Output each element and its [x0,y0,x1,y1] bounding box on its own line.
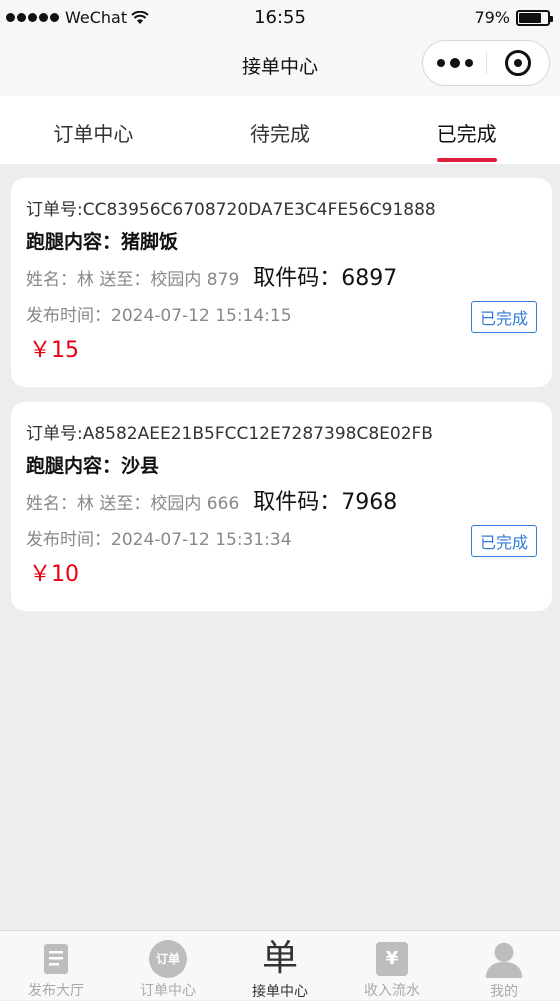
active-tab-indicator [436,158,497,162]
order-card[interactable]: 订单号:CC83956C6708720DA7E3C4FE56C91888 跑腿内… [11,178,552,387]
tabbar-label: 收入流水 [364,983,420,999]
tabbar-label: 我的 [490,984,518,1000]
tabbar-item-order-center[interactable]: 订单 订单中心 [112,931,224,1000]
tab-label: 订单中心 [53,122,134,146]
tabbar-item-take-orders[interactable]: 单 接单中心 [224,931,336,1001]
recipient-info: 姓名：林 送至：校园内 879 [26,270,240,290]
order-number: 订单号:A8582AEE21B5FCC12E7287398C8E02FB [26,424,433,444]
battery-fill [519,12,542,23]
publish-time: 发布时间：2024-07-12 15:14:15 [26,306,292,326]
order-card[interactable]: 订单号:A8582AEE21B5FCC12E7287398C8E02FB 跑腿内… [11,402,552,611]
tabbar-label: 订单中心 [140,983,196,999]
order-tabs: 订单中心 待完成 已完成 [0,96,560,164]
order-info: 姓名：林 送至：校园内 879 取件码：6897 [26,260,397,292]
tabbar-item-income[interactable]: ¥ 收入流水 [336,931,448,1000]
errand-content: 跑腿内容：沙县 [26,455,160,477]
tabbar-item-publish-hall[interactable]: 发布大厅 [0,931,112,1000]
pickup-code: 取件码：7968 [253,490,398,515]
battery-icon [516,9,553,26]
close-miniprogram-button[interactable] [487,41,549,85]
order-number: 订单号:CC83956C6708720DA7E3C4FE56C91888 [26,200,436,220]
battery-percent: 79% [474,8,510,27]
tab-label: 待完成 [250,122,310,146]
tab-completed[interactable]: 已完成 [373,96,560,164]
miniprogram-capsule [422,40,550,86]
pickup-code: 取件码：6897 [253,266,398,291]
status-bar: WeChat 16:55 79% [0,0,560,34]
more-button[interactable] [423,41,486,85]
tab-pending[interactable]: 待完成 [187,96,374,164]
tab-label: 已完成 [436,122,497,146]
order-circle-icon: 订单 [148,939,188,978]
order-info: 姓名：林 送至：校园内 666 取件码：7968 [26,484,397,516]
status-right: 79% [474,8,553,27]
more-dots-icon [436,59,445,67]
yen-ticket-icon-text: ¥ [376,941,408,976]
status-badge: 已完成 [470,525,537,557]
tabbar-label: 接单中心 [252,984,308,1000]
publish-time: 发布时间：2024-07-12 15:31:34 [26,530,292,550]
tab-order-center[interactable]: 订单中心 [0,96,187,164]
order-circle-icon-text: 订单 [149,939,187,978]
tabbar-item-mine[interactable]: 我的 [448,931,560,1000]
target-circle-icon [504,50,531,76]
document-icon [36,939,76,978]
user-icon [484,939,524,979]
dan-char-icon-text: 单 [261,938,298,979]
bottom-tab-bar: 发布大厅 订单 订单中心 单 接单中心 ¥ 收入流水 我的 [0,930,560,1000]
order-price: ￥15 [29,338,79,363]
recipient-info: 姓名：林 送至：校园内 666 [26,494,240,514]
tabbar-label: 发布大厅 [28,983,84,999]
nav-bar: 接单中心 [0,34,560,96]
order-list: 订单号:CC83956C6708720DA7E3C4FE56C91888 跑腿内… [11,178,552,626]
order-price: ￥10 [29,562,79,587]
yen-ticket-icon: ¥ [372,939,412,978]
errand-content: 跑腿内容：猪脚饭 [26,231,179,253]
dan-char-icon: 单 [260,939,300,979]
status-badge: 已完成 [470,301,537,333]
